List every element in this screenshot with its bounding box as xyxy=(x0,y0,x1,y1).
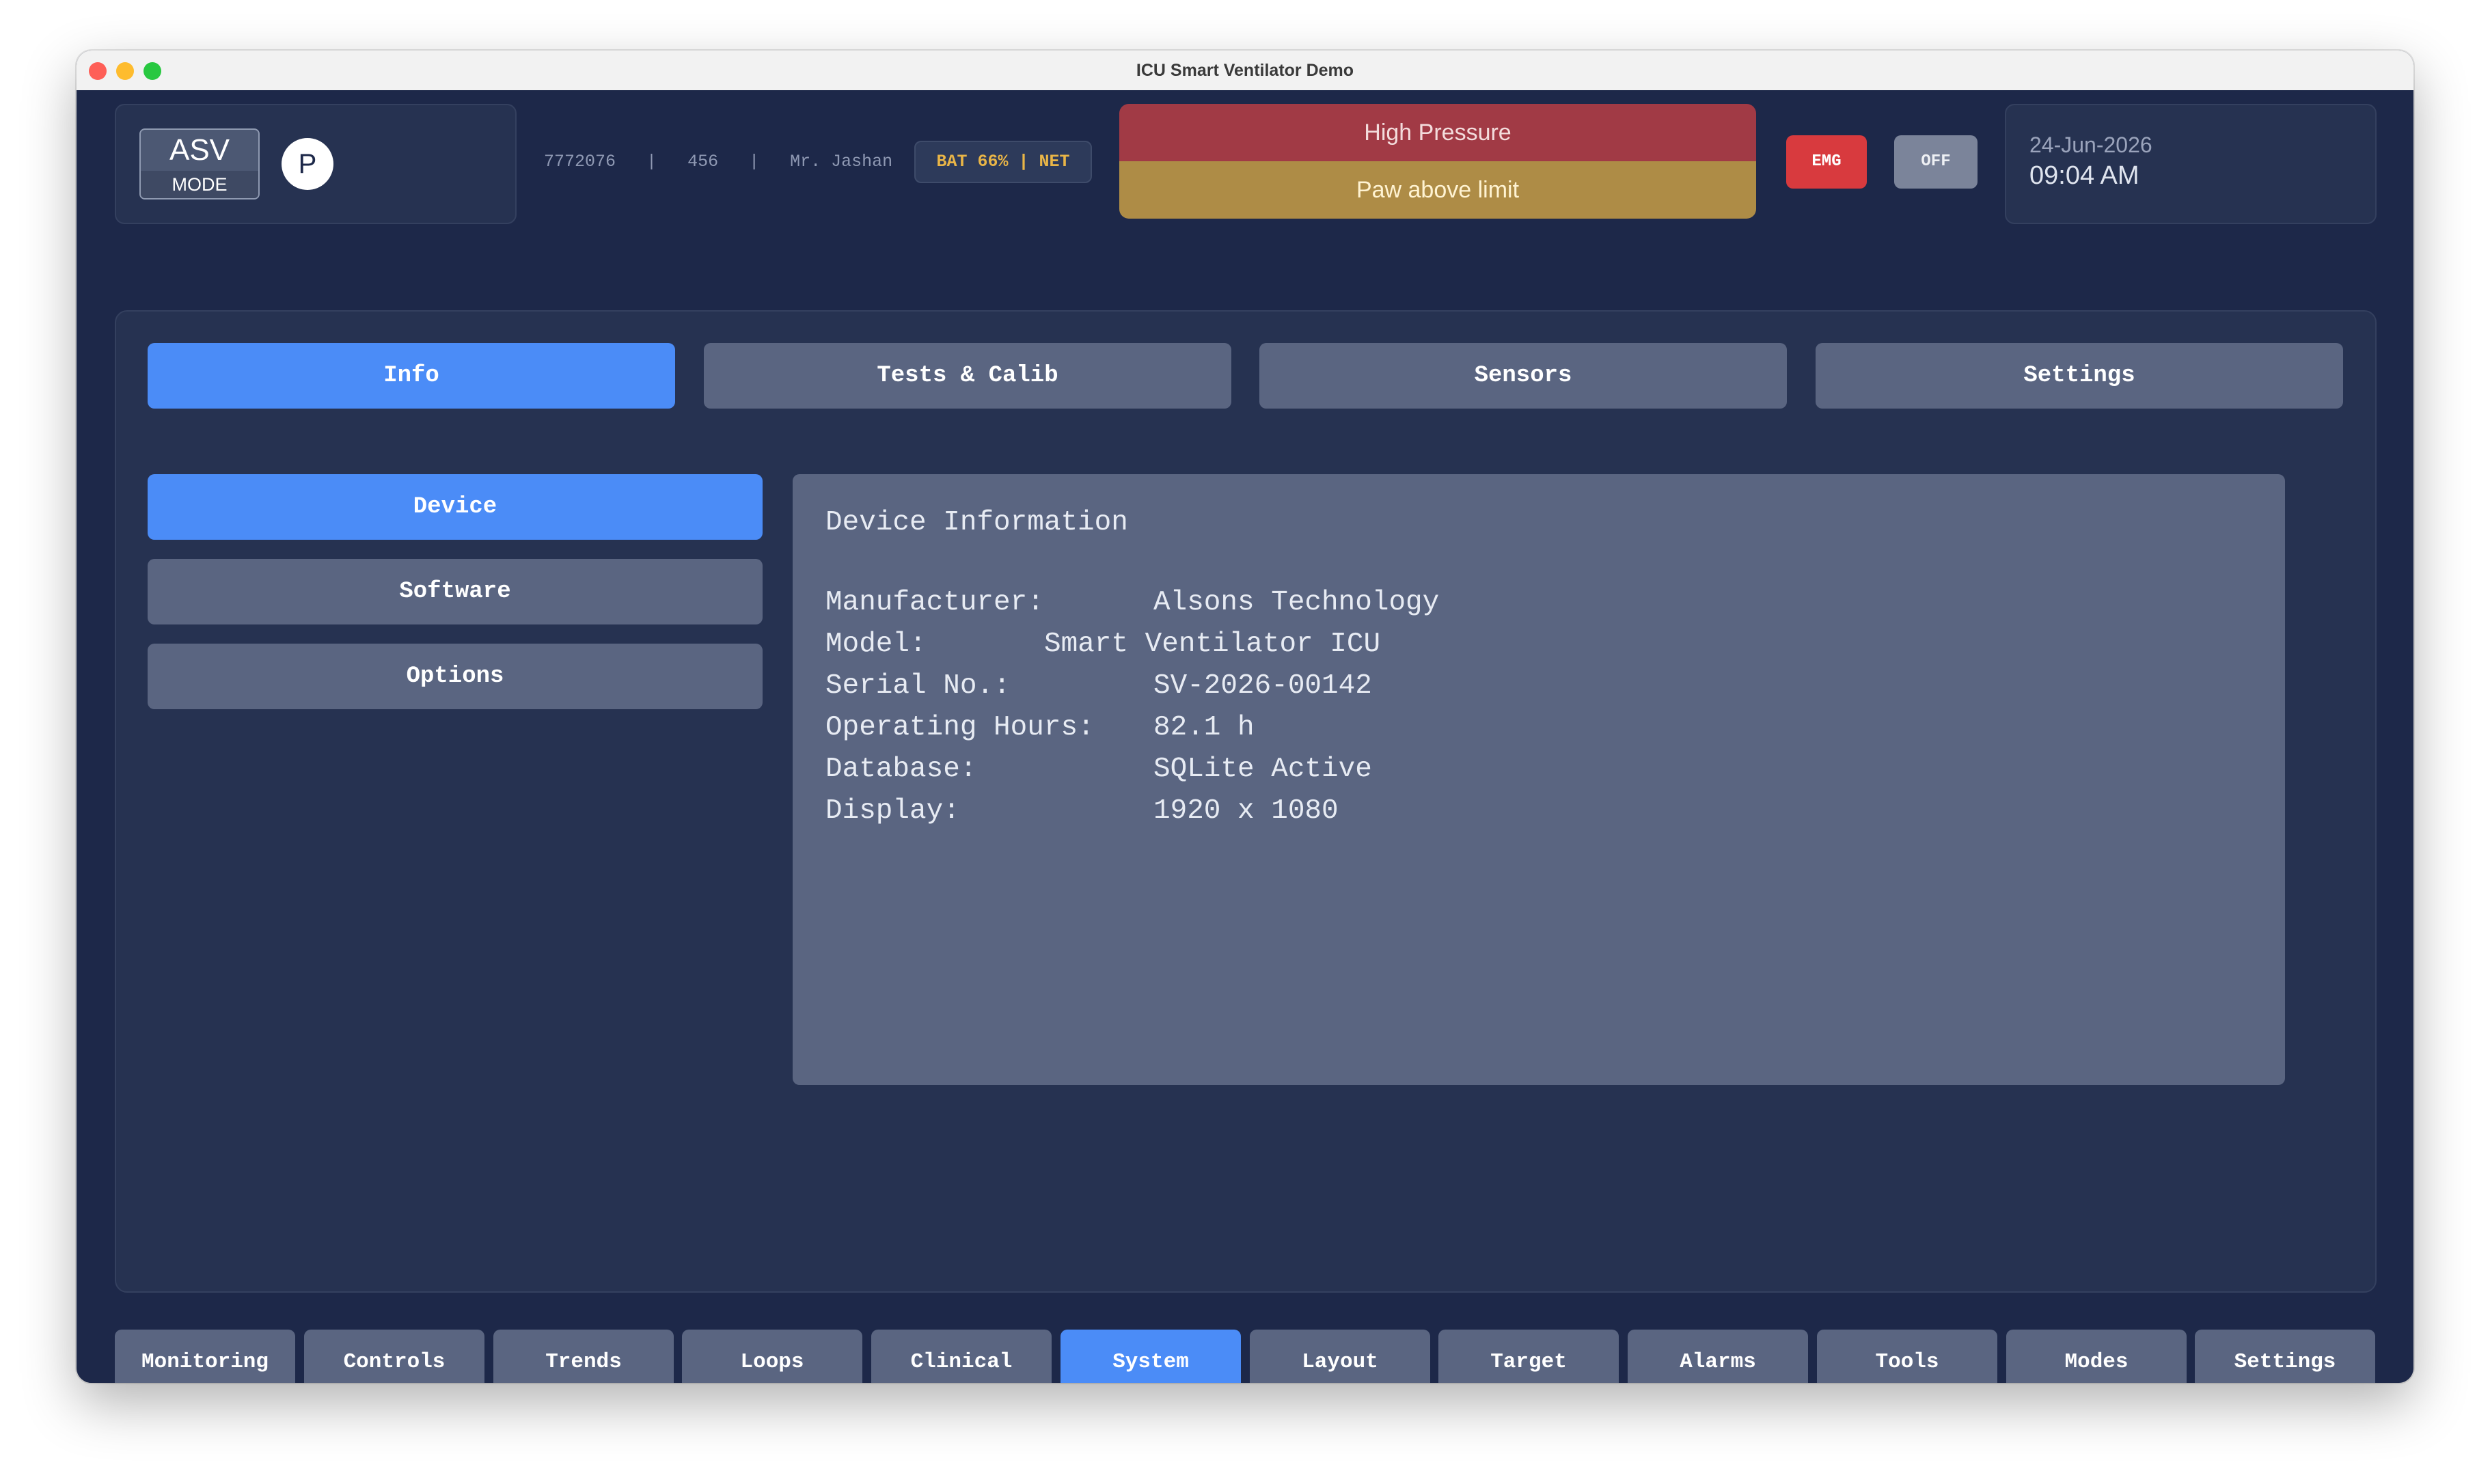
device-info-panel: Device Information Manufacturer: Alsons T… xyxy=(793,474,2285,1085)
tab-sensors[interactable]: Sensors xyxy=(1259,343,1787,409)
info-value: SQLite Active xyxy=(1153,754,1372,785)
power-off-button[interactable]: OFF xyxy=(1894,135,1978,189)
nav-tools[interactable]: Tools xyxy=(1817,1330,1997,1383)
side-menu-options[interactable]: Options xyxy=(148,644,763,709)
patient-separator-1: | xyxy=(646,152,657,171)
nav-alarms[interactable]: Alarms xyxy=(1628,1330,1808,1383)
info-label: Serial No.: xyxy=(825,670,1011,702)
clock-card: 24-Jun-2026 09:04 AM xyxy=(2005,104,2377,224)
device-info-title: Device Information xyxy=(825,507,1128,538)
info-value: 1920 x 1080 xyxy=(1153,795,1339,827)
mode-card: ASV MODE P xyxy=(115,104,517,224)
alarm-high-pressure[interactable]: High Pressure xyxy=(1119,104,1756,161)
nav-monitoring[interactable]: Monitoring xyxy=(115,1330,295,1383)
mode-label: MODE xyxy=(141,171,258,198)
app-window: ICU Smart Ventilator Demo ASV MODE P 777… xyxy=(77,51,2413,1383)
info-row-model: Model: Smart Ventilator ICU xyxy=(825,624,1380,665)
nav-controls[interactable]: Controls xyxy=(304,1330,484,1383)
patient-name: Mr. Jashan xyxy=(790,152,893,171)
nav-settings[interactable]: Settings xyxy=(2195,1330,2375,1383)
info-label: Display: xyxy=(825,795,960,827)
info-row-display: Display: 1920 x 1080 xyxy=(825,791,1339,832)
info-row-serial: Serial No.: SV-2026-00142 xyxy=(825,665,1372,707)
info-label: Database: xyxy=(825,754,977,785)
tab-tests-calib[interactable]: Tests & Calib xyxy=(704,343,1231,409)
alarm-paw-above-limit[interactable]: Paw above limit xyxy=(1119,161,1756,219)
nav-loops[interactable]: Loops xyxy=(682,1330,862,1383)
patient-id: 7772076 xyxy=(544,152,616,171)
patient-info: 7772076 | 456 | Mr. Jashan xyxy=(544,152,892,172)
emergency-button[interactable]: EMG xyxy=(1786,135,1867,189)
info-row-database: Database: SQLite Active xyxy=(825,749,1372,791)
app-content: ASV MODE P 7772076 | 456 | Mr. Jashan BA… xyxy=(77,90,2413,1383)
info-row-manufacturer: Manufacturer: Alsons Technology xyxy=(825,582,1439,624)
title-bar: ICU Smart Ventilator Demo xyxy=(77,51,2413,92)
nav-target[interactable]: Target xyxy=(1438,1330,1619,1383)
system-panel: Info Tests & Calib Sensors Settings Devi… xyxy=(115,310,2377,1293)
current-date: 24-Jun-2026 xyxy=(2029,133,2152,157)
tab-info[interactable]: Info xyxy=(148,343,675,409)
patient-bed: 456 xyxy=(687,152,719,171)
nav-trends[interactable]: Trends xyxy=(493,1330,674,1383)
profile-badge[interactable]: P xyxy=(282,138,333,190)
mode-value: ASV xyxy=(169,133,230,167)
patient-separator-2: | xyxy=(749,152,760,171)
nav-layout[interactable]: Layout xyxy=(1250,1330,1430,1383)
info-value: Smart Ventilator ICU xyxy=(1044,629,1381,660)
nav-clinical[interactable]: Clinical xyxy=(871,1330,1052,1383)
ventilation-mode-indicator[interactable]: ASV MODE xyxy=(139,128,260,200)
info-label: Manufacturer: xyxy=(825,587,1044,618)
info-value: Alsons Technology xyxy=(1153,587,1440,618)
battery-network-badge: BAT 66% | NET xyxy=(914,141,1092,183)
tab-settings[interactable]: Settings xyxy=(1816,343,2343,409)
nav-system[interactable]: System xyxy=(1061,1330,1241,1383)
info-value: 82.1 h xyxy=(1153,712,1255,743)
info-row-operating-hours: Operating Hours: 82.1 h xyxy=(825,707,1255,749)
side-menu-device[interactable]: Device xyxy=(148,474,763,540)
nav-modes[interactable]: Modes xyxy=(2006,1330,2187,1383)
window-title: ICU Smart Ventilator Demo xyxy=(1136,61,1354,80)
info-value: SV-2026-00142 xyxy=(1153,670,1372,702)
info-label: Operating Hours: xyxy=(825,712,1095,743)
current-time: 09:04 AM xyxy=(2029,161,2139,190)
side-menu-software[interactable]: Software xyxy=(148,559,763,624)
